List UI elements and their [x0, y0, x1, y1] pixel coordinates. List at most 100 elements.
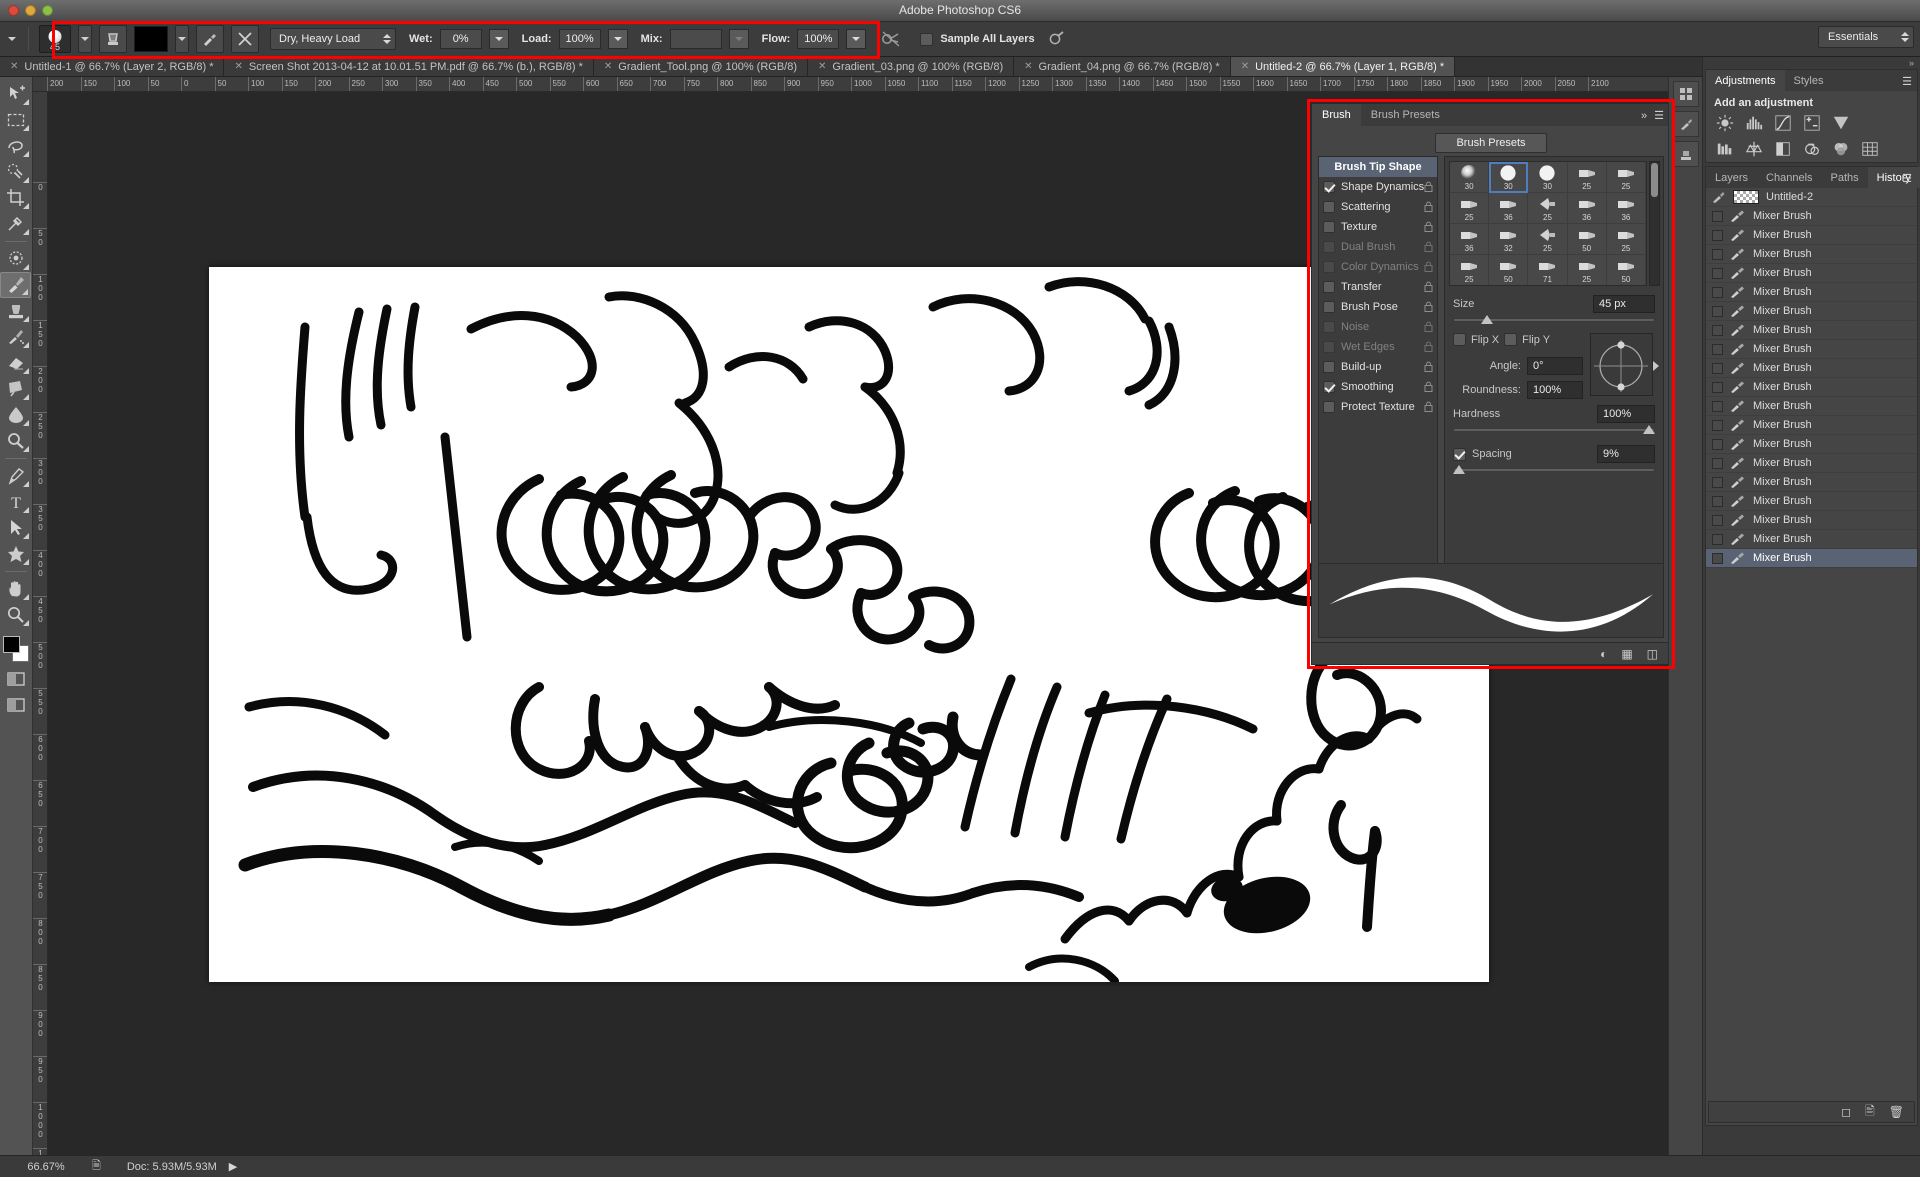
- brush-presets-button[interactable]: Brush Presets: [1435, 133, 1547, 153]
- tool-preset-picker[interactable]: [6, 28, 18, 50]
- lock-icon[interactable]: [1424, 281, 1433, 292]
- lasso-tool[interactable]: [0, 133, 31, 159]
- size-input[interactable]: 45 px: [1593, 295, 1655, 313]
- brush-tip-9[interactable]: 36: [1606, 193, 1646, 224]
- brush-panel-tabs[interactable]: Brush Brush Presets » ☰: [1312, 104, 1670, 126]
- brush-option-shape-dynamics[interactable]: Shape Dynamics: [1319, 177, 1437, 197]
- brush-tip-11[interactable]: 32: [1489, 224, 1529, 255]
- close-tab-icon[interactable]: ✕: [234, 61, 242, 72]
- create-snapshot-icon[interactable]: ◻: [1841, 1105, 1851, 1119]
- history-state-toggle[interactable]: [1712, 514, 1723, 526]
- brush-option-checkbox[interactable]: [1323, 341, 1335, 353]
- new-document-from-state-icon[interactable]: 🖹: [1865, 1102, 1875, 1123]
- lock-icon[interactable]: [1424, 401, 1433, 412]
- tab-styles[interactable]: Styles: [1785, 70, 1833, 91]
- document-icon[interactable]: 🗎: [92, 1157, 101, 1176]
- brush-options-list[interactable]: Brush Tip Shape Shape Dynamics Scattering T…: [1318, 156, 1438, 620]
- right-dock[interactable]: » Adjustments Styles ☰ Add an adjustment…: [1702, 57, 1920, 1155]
- crop-tool[interactable]: [0, 185, 31, 211]
- brush-panel-collapse-button[interactable]: [1672, 111, 1699, 137]
- hardness-slider-knob[interactable]: [1643, 425, 1655, 434]
- brush-tip-3[interactable]: 25: [1567, 162, 1607, 193]
- brush-preset-picker[interactable]: 45: [39, 25, 71, 53]
- history-panel-menu-icon[interactable]: ☰: [1902, 172, 1912, 185]
- tab-layers[interactable]: Layers: [1706, 167, 1757, 188]
- brightness-contrast-icon[interactable]: [1714, 113, 1736, 133]
- brush-option-texture[interactable]: Texture: [1319, 217, 1437, 237]
- exposure-icon[interactable]: [1801, 113, 1823, 133]
- brush-tip-grid[interactable]: 30 30 30 25 25 25 36 25 36 36 36 32 25 50 25 25 50 71 25 50: [1449, 161, 1647, 286]
- history-state-12[interactable]: Mixer Brush: [1706, 435, 1917, 454]
- brush-option-brush-pose[interactable]: Brush Pose: [1319, 297, 1437, 317]
- flip-y-checkbox[interactable]: [1504, 333, 1518, 346]
- history-state-toggle[interactable]: [1712, 476, 1723, 488]
- new-brush-icon[interactable]: ◫: [1647, 647, 1658, 661]
- document-tab-4[interactable]: ✕ Gradient_04.png @ 66.7% (RGB/8) *: [1014, 57, 1231, 76]
- lock-icon[interactable]: [1424, 301, 1433, 312]
- brush-option-build-up[interactable]: Build-up: [1319, 357, 1437, 377]
- brush-option-wet-edges[interactable]: Wet Edges: [1319, 337, 1437, 357]
- brush-option-checkbox[interactable]: [1323, 361, 1335, 373]
- brush-tip-4[interactable]: 25: [1606, 162, 1646, 193]
- brush-tip-6[interactable]: 36: [1489, 193, 1529, 224]
- spacing-slider[interactable]: [1453, 465, 1655, 475]
- history-state-toggle[interactable]: [1712, 286, 1723, 298]
- quick-selection-tool[interactable]: [0, 159, 31, 185]
- spot-healing-brush-tool[interactable]: [0, 246, 31, 272]
- hand-tool[interactable]: [0, 576, 31, 602]
- brush-option-checkbox[interactable]: [1323, 181, 1335, 193]
- toggle-brush-settings-icon[interactable]: ◐: [1600, 647, 1607, 661]
- lock-icon[interactable]: [1424, 201, 1433, 212]
- tab-brush-presets[interactable]: Brush Presets: [1361, 104, 1450, 126]
- tablet-pressure-button[interactable]: [1042, 25, 1070, 53]
- history-state-11[interactable]: Mixer Brush: [1706, 416, 1917, 435]
- brush-panel-footer[interactable]: ◐ ▦ ◫: [1312, 642, 1670, 664]
- tab-history[interactable]: History: [1867, 167, 1920, 188]
- brush-option-checkbox[interactable]: [1323, 261, 1335, 273]
- history-state-toggle[interactable]: [1712, 305, 1723, 317]
- brush-panel[interactable]: Brush Brush Presets » ☰ Brush Presets Br…: [1311, 103, 1671, 665]
- screen-mode-button[interactable]: [0, 692, 31, 718]
- history-state-13[interactable]: Mixer Brush: [1706, 454, 1917, 473]
- size-slider-knob[interactable]: [1481, 315, 1494, 324]
- history-state-toggle[interactable]: [1712, 343, 1723, 355]
- color-swatches[interactable]: [0, 634, 31, 666]
- mini-bridge-button[interactable]: [1672, 81, 1699, 107]
- history-state-1[interactable]: Mixer Brush: [1706, 226, 1917, 245]
- document-canvas[interactable]: [209, 267, 1489, 982]
- history-panel-footer[interactable]: ◻ 🖹 🗑: [1708, 1101, 1915, 1123]
- brush-option-lock[interactable]: [1424, 341, 1433, 355]
- color-lookup-icon[interactable]: [1859, 139, 1881, 159]
- black-white-icon[interactable]: [1772, 139, 1794, 159]
- brush-tip-scrollbar[interactable]: [1649, 161, 1660, 286]
- channel-mixer-icon[interactable]: [1830, 139, 1852, 159]
- load-value-input[interactable]: 100%: [558, 29, 601, 49]
- brush-option-smoothing[interactable]: Smoothing: [1319, 377, 1437, 397]
- brush-option-lock[interactable]: [1424, 401, 1433, 415]
- brush-option-checkbox[interactable]: [1323, 381, 1335, 393]
- history-state-2[interactable]: Mixer Brush: [1706, 245, 1917, 264]
- brush-option-protect-texture[interactable]: Protect Texture: [1319, 397, 1437, 417]
- brush-tip-12[interactable]: 25: [1528, 224, 1568, 255]
- eyedropper-tool[interactable]: [0, 211, 31, 237]
- brush-option-lock[interactable]: [1424, 261, 1433, 275]
- lock-icon[interactable]: [1424, 181, 1433, 192]
- brush-option-transfer[interactable]: Transfer: [1319, 277, 1437, 297]
- custom-shape-tool[interactable]: [0, 541, 31, 567]
- brush-color-dropdown-arrow[interactable]: [175, 25, 189, 53]
- history-state-toggle[interactable]: [1712, 267, 1723, 279]
- delete-state-icon[interactable]: 🗑: [1889, 1105, 1904, 1119]
- history-state-16[interactable]: Mixer Brush: [1706, 511, 1917, 530]
- adjustments-panel[interactable]: Adjustments Styles ☰ Add an adjustment: [1705, 69, 1918, 183]
- history-state-0[interactable]: Mixer Brush: [1706, 207, 1917, 226]
- status-bar[interactable]: 66.67% 🗎 Doc: 5.93M/5.93M ▶: [0, 1155, 1920, 1177]
- vibrance-icon[interactable]: [1830, 113, 1852, 133]
- hardness-slider[interactable]: [1453, 425, 1655, 435]
- dodge-tool[interactable]: [0, 428, 31, 454]
- brush-tip-19[interactable]: 50: [1607, 255, 1646, 285]
- brush-option-lock[interactable]: [1424, 281, 1433, 295]
- load-dropdown-button[interactable]: [607, 29, 628, 49]
- brush-option-checkbox[interactable]: [1323, 281, 1335, 293]
- brush-tip-10[interactable]: 36: [1450, 224, 1490, 255]
- angle-roundness-dial[interactable]: [1590, 333, 1659, 396]
